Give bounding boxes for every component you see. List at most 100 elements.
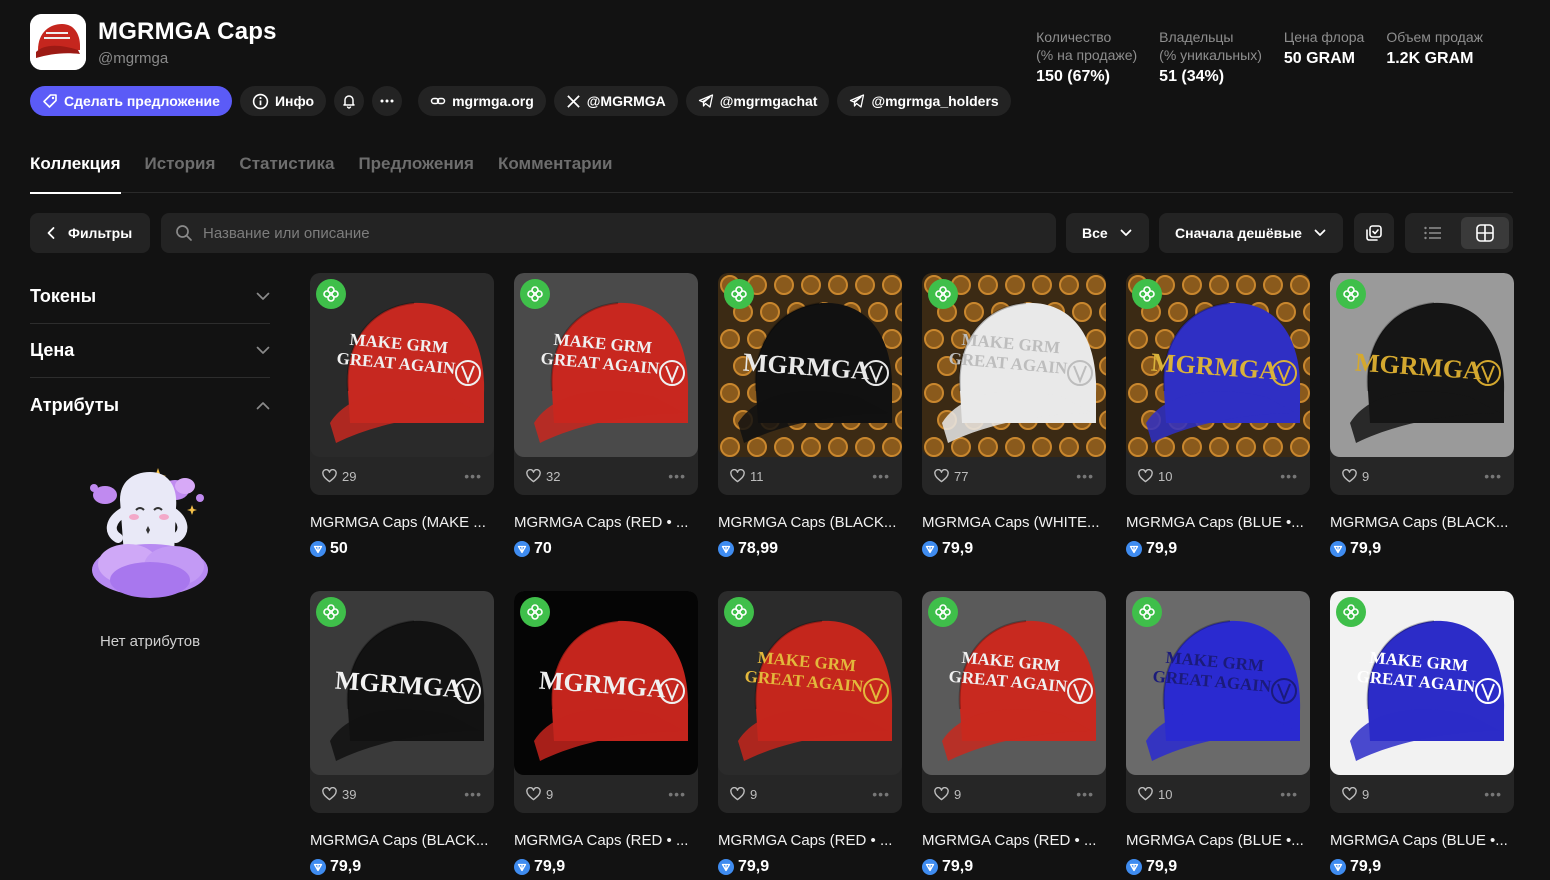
card-menu-icon[interactable]: ••• xyxy=(872,786,890,802)
gram-coin-icon xyxy=(310,859,326,875)
tab-comments[interactable]: Комментарии xyxy=(498,152,612,193)
info-button[interactable]: Инфо xyxy=(239,86,327,116)
website-link-button[interactable]: mgrmga.org xyxy=(418,86,546,116)
filter-all-dropdown[interactable]: Все xyxy=(1066,213,1149,253)
card-menu-icon[interactable]: ••• xyxy=(668,468,686,484)
nft-name: MGRMGA Caps (RED • ... xyxy=(514,514,689,531)
nft-card[interactable]: MGRMGA 10 ••• MGRMGA Caps (BLUE •... 79,9 xyxy=(1126,273,1310,558)
nft-image[interactable]: MGRMGA xyxy=(514,591,698,775)
nft-card-footer: 32 ••• xyxy=(514,457,698,495)
card-menu-icon[interactable]: ••• xyxy=(1484,786,1502,802)
list-view-button[interactable] xyxy=(1409,217,1457,249)
nft-image[interactable]: MGRMGA xyxy=(1330,273,1514,457)
card-menu-icon[interactable]: ••• xyxy=(668,786,686,802)
nft-card-footer: 9 ••• xyxy=(922,775,1106,813)
nft-image[interactable]: MGRMGA xyxy=(1126,273,1310,457)
nft-image[interactable]: MAKE GRM GREAT AGAIN xyxy=(1126,591,1310,775)
sort-dropdown[interactable]: Сначала дешёвые xyxy=(1159,213,1343,253)
nft-card[interactable]: MAKE GRM GREAT AGAIN 32 ••• MGRMGA Caps (RED… xyxy=(514,273,698,558)
x-link-button[interactable]: @MGRMGA xyxy=(553,86,678,116)
nft-price-value: 79,9 xyxy=(534,858,566,875)
more-button[interactable] xyxy=(372,86,403,116)
nft-price-value: 79,9 xyxy=(1146,858,1178,875)
like-button[interactable]: 39 xyxy=(322,787,356,802)
nft-image[interactable]: MGRMGA xyxy=(310,591,494,775)
heart-icon xyxy=(934,469,949,483)
tab-offers[interactable]: Предложения xyxy=(358,152,474,193)
select-mode-button[interactable] xyxy=(1354,213,1394,253)
nft-card[interactable]: MAKE GRM GREAT AGAIN 29 ••• MGRMGA Caps (MAK… xyxy=(310,273,494,558)
nft-card[interactable]: MGRMGA 9 ••• MGRMGA Caps (BLACK... 79,9 xyxy=(1330,273,1514,558)
nft-card[interactable]: MAKE GRM GREAT AGAIN 9 ••• MGRMGA Caps (RED … xyxy=(922,591,1106,876)
nft-image[interactable]: MAKE GRM GREAT AGAIN xyxy=(922,273,1106,457)
tab-statistics[interactable]: Статистика xyxy=(239,152,334,193)
like-button[interactable]: 32 xyxy=(526,469,560,484)
like-button[interactable]: 9 xyxy=(526,787,553,802)
nft-image[interactable]: MAKE GRM GREAT AGAIN xyxy=(922,591,1106,775)
card-menu-icon[interactable]: ••• xyxy=(1076,786,1094,802)
card-menu-icon[interactable]: ••• xyxy=(464,468,482,484)
nft-card-box: MGRMGA 39 ••• xyxy=(310,591,494,813)
nft-card-box: MAKE GRM GREAT AGAIN 32 ••• xyxy=(514,273,698,495)
card-menu-icon[interactable]: ••• xyxy=(464,786,482,802)
nft-price: 79,9 xyxy=(922,540,1106,558)
nft-image[interactable]: MAKE GRM GREAT AGAIN xyxy=(1330,591,1514,775)
gram-coin-icon xyxy=(718,541,734,557)
like-button[interactable]: 10 xyxy=(1138,787,1172,802)
card-menu-icon[interactable]: ••• xyxy=(1484,468,1502,484)
nft-image[interactable]: MAKE GRM GREAT AGAIN xyxy=(718,591,902,775)
like-button[interactable]: 9 xyxy=(1342,787,1369,802)
nft-name: MGRMGA Caps (MAKE ... xyxy=(310,514,486,531)
nft-price: 79,9 xyxy=(1126,858,1310,876)
nft-image[interactable]: MAKE GRM GREAT AGAIN xyxy=(310,273,494,457)
heart-icon xyxy=(322,787,337,801)
filter-section-tokens[interactable]: Токены xyxy=(30,270,270,324)
card-menu-icon[interactable]: ••• xyxy=(1280,468,1298,484)
nft-card[interactable]: MAKE GRM GREAT AGAIN 9 ••• MGRMGA Caps (BLUE… xyxy=(1330,591,1514,876)
multi-select-icon xyxy=(1366,225,1382,241)
filters-toggle-button[interactable]: Фильтры xyxy=(30,213,150,253)
like-button[interactable]: 10 xyxy=(1138,469,1172,484)
nft-card[interactable]: MAKE GRM GREAT AGAIN 10 ••• MGRMGA Caps (BLU… xyxy=(1126,591,1310,876)
like-button[interactable]: 9 xyxy=(934,787,961,802)
nft-image[interactable]: MGRMGA xyxy=(718,273,902,457)
filter-section-price[interactable]: Цена xyxy=(30,324,270,378)
nft-card[interactable]: MGRMGA 39 ••• MGRMGA Caps (BLACK... 79,9 xyxy=(310,591,494,876)
like-button[interactable]: 9 xyxy=(1342,469,1369,484)
nft-card[interactable]: MAKE GRM GREAT AGAIN 9 ••• MGRMGA Caps (RED … xyxy=(718,591,902,876)
heart-icon xyxy=(1138,469,1153,483)
like-button[interactable]: 29 xyxy=(322,469,356,484)
tab-history[interactable]: История xyxy=(145,152,216,193)
search-input[interactable] xyxy=(203,224,1043,242)
telegram-holders-button[interactable]: @mgrmga_holders xyxy=(837,86,1011,116)
tab-collection[interactable]: Коллекция xyxy=(30,152,121,194)
telegram-holders-label: @mgrmga_holders xyxy=(871,93,999,109)
link-icon xyxy=(430,97,446,105)
notifications-button[interactable] xyxy=(334,86,365,116)
gram-coin-icon xyxy=(922,859,938,875)
nft-card-footer: 29 ••• xyxy=(310,457,494,495)
chevron-up-icon xyxy=(256,401,270,409)
gram-coin-icon xyxy=(718,859,734,875)
like-button[interactable]: 9 xyxy=(730,787,757,802)
nft-card-box: MGRMGA 10 ••• xyxy=(1126,273,1310,495)
like-button[interactable]: 77 xyxy=(934,469,968,484)
like-button[interactable]: 11 xyxy=(730,469,764,484)
empty-attributes-state: Нет атрибутов xyxy=(30,460,270,650)
nft-card[interactable]: MGRMGA 9 ••• MGRMGA Caps (RED • ... 79,9 xyxy=(514,591,698,876)
card-menu-icon[interactable]: ••• xyxy=(1280,786,1298,802)
nft-card[interactable]: MAKE GRM GREAT AGAIN 77 ••• MGRMGA Caps (WHI… xyxy=(922,273,1106,558)
filter-section-attributes[interactable]: Атрибуты xyxy=(30,378,270,432)
collection-header: MGRMGA Caps @mgrmga Количество (% на про… xyxy=(30,14,1520,85)
grid-view-button[interactable] xyxy=(1461,217,1509,249)
action-bar: Сделать предложение Инфо mgrmga.org @MGR… xyxy=(30,86,1011,116)
filter-section-label: Токены xyxy=(30,286,97,306)
nft-price: 79,9 xyxy=(310,858,494,876)
nft-card[interactable]: MGRMGA 11 ••• MGRMGA Caps (BLACK... 78,99 xyxy=(718,273,902,558)
nft-price-value: 79,9 xyxy=(942,540,974,557)
make-offer-button[interactable]: Сделать предложение xyxy=(30,86,232,116)
nft-image[interactable]: MAKE GRM GREAT AGAIN xyxy=(514,273,698,457)
card-menu-icon[interactable]: ••• xyxy=(1076,468,1094,484)
card-menu-icon[interactable]: ••• xyxy=(872,468,890,484)
telegram-chat-button[interactable]: @mgrmgachat xyxy=(685,86,830,116)
